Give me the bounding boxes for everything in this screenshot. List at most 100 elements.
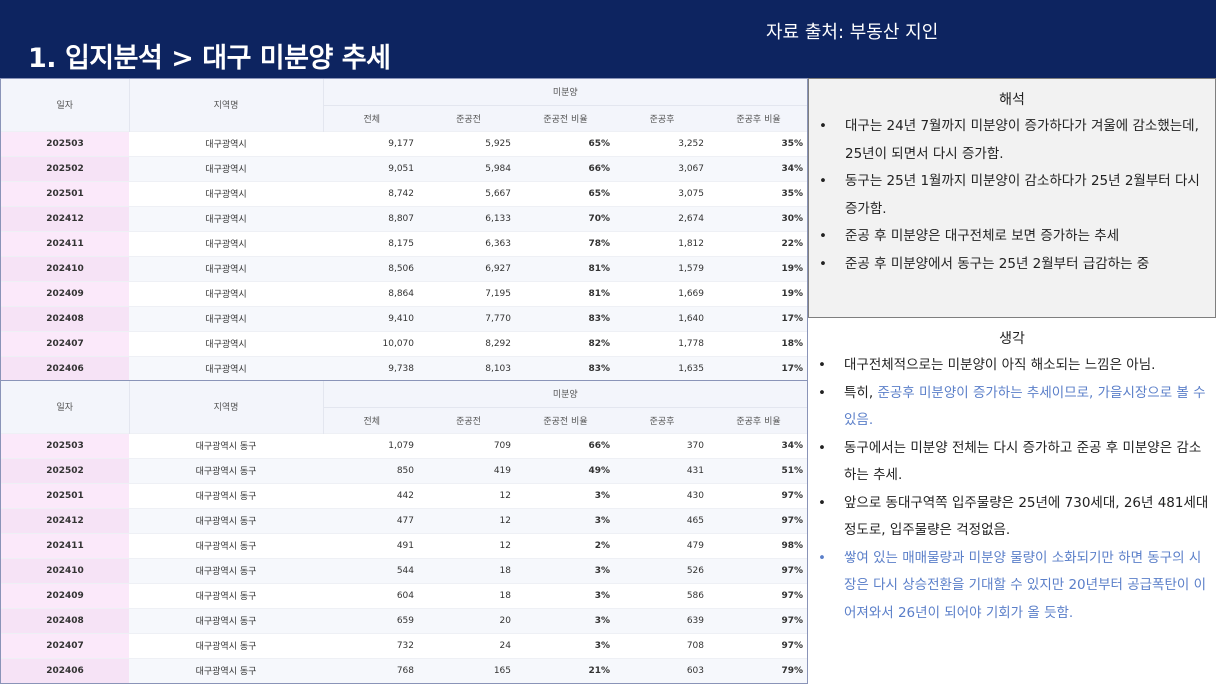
header-bar: 1. 입지분석 > 대구 미분양 추세 자료 출처: 부동산 지인	[0, 0, 1216, 78]
cell-total: 1,079	[323, 432, 420, 458]
cell-before: 6,133	[420, 205, 517, 231]
cell-total: 604	[323, 582, 420, 608]
interpretation-item: • 대구는 24년 7월까지 미분양이 증가하다가 겨울에 감소했는데, 25년이…	[815, 113, 1209, 168]
cell-date: 202408	[1, 305, 129, 331]
cell-after-ratio: 17%	[710, 355, 808, 381]
cell-total: 732	[323, 632, 420, 658]
cell-before: 24	[420, 632, 517, 658]
table-row: 202408 대구광역시 9,410 7,770 83% 1,640 17%	[1, 305, 808, 331]
cell-after: 430	[614, 482, 710, 508]
table-row: 202501 대구광역시 동구 442 12 3% 430 97%	[1, 482, 808, 508]
cell-date: 202501	[1, 482, 129, 508]
thought-item: • 앞으로 동대구역쪽 입주물량은 25년에 730세대, 26년 481세대 정…	[814, 490, 1210, 545]
cell-before: 419	[420, 457, 517, 483]
cell-region: 대구광역시 동구	[129, 557, 323, 583]
table-row: 202502 대구광역시 9,051 5,984 66% 3,067 34%	[1, 155, 808, 181]
bullet-icon: •	[819, 255, 827, 272]
daegu-unsold-table: 일자 지역명 미분양 전체 준공전 준공전 비율 준공후 준공후 비율 2025…	[0, 78, 808, 381]
cell-after-ratio: 22%	[710, 230, 808, 256]
header-date: 일자	[1, 79, 130, 131]
header-before-ratio: 준공전 비율	[517, 407, 614, 433]
cell-before: 12	[420, 507, 517, 533]
header-unsold-group: 미분양	[323, 79, 808, 106]
cell-total: 8,864	[323, 280, 420, 306]
table-row: 202410 대구광역시 동구 544 18 3% 526 97%	[1, 557, 808, 583]
header-total: 전체	[323, 105, 420, 131]
cell-after: 1,579	[614, 255, 710, 281]
interpretation-title: 해석	[999, 92, 1025, 108]
cell-before-ratio: 2%	[517, 532, 614, 558]
cell-date: 202502	[1, 155, 129, 181]
cell-after: 586	[614, 582, 710, 608]
highlight-text: 준공후 미분양이 증가하는 추세이므로, 가을시장으로 볼 수 있음.	[844, 384, 1206, 429]
cell-total: 8,742	[323, 180, 420, 206]
cell-date: 202406	[1, 657, 129, 683]
cell-total: 491	[323, 532, 420, 558]
cell-before: 8,292	[420, 330, 517, 356]
bullet-icon: •	[819, 118, 827, 134]
cell-before: 7,770	[420, 305, 517, 331]
cell-before: 5,667	[420, 180, 517, 206]
table-row: 202409 대구광역시 동구 604 18 3% 586 97%	[1, 582, 808, 608]
cell-after: 431	[614, 457, 710, 483]
cell-after-ratio: 51%	[710, 457, 808, 483]
cell-before-ratio: 49%	[517, 457, 614, 483]
cell-total: 9,051	[323, 155, 420, 181]
cell-after-ratio: 97%	[710, 482, 808, 508]
cell-total: 659	[323, 607, 420, 633]
table-row: 202407 대구광역시 10,070 8,292 82% 1,778 18%	[1, 330, 808, 356]
cell-after-ratio: 98%	[710, 532, 808, 558]
cell-total: 9,177	[323, 130, 420, 156]
cell-after: 1,812	[614, 230, 710, 256]
cell-date: 202408	[1, 607, 129, 633]
donggu-unsold-table: 일자 지역명 미분양 전체 준공전 준공전 비율 준공후 준공후 비율 2025…	[0, 380, 808, 684]
cell-region: 대구광역시 동구	[129, 532, 323, 558]
cell-after: 526	[614, 557, 710, 583]
header-after: 준공후	[614, 105, 710, 131]
interpretation-item: • 준공 후 미분양에서 동구는 25년 2월부터 급감하는 중	[815, 251, 1209, 279]
cell-after-ratio: 97%	[710, 557, 808, 583]
cell-after: 1,778	[614, 330, 710, 356]
cell-before: 18	[420, 557, 517, 583]
cell-before-ratio: 83%	[517, 355, 614, 381]
cell-region: 대구광역시 동구	[129, 632, 323, 658]
header-before-ratio: 준공전 비율	[517, 105, 614, 131]
cell-after: 2,674	[614, 205, 710, 231]
cell-date: 202503	[1, 432, 129, 458]
header-unsold-group: 미분양	[323, 381, 808, 408]
cell-region: 대구광역시	[129, 180, 323, 206]
header-after-ratio: 준공후 비율	[710, 407, 808, 433]
cell-after-ratio: 35%	[710, 180, 808, 206]
cell-region: 대구광역시	[129, 130, 323, 156]
cell-after-ratio: 34%	[710, 432, 808, 458]
cell-total: 477	[323, 507, 420, 533]
cell-before: 8,103	[420, 355, 517, 381]
cell-after-ratio: 97%	[710, 507, 808, 533]
cell-before: 6,927	[420, 255, 517, 281]
table-row: 202412 대구광역시 8,807 6,133 70% 2,674 30%	[1, 205, 808, 231]
cell-before: 5,925	[420, 130, 517, 156]
cell-before: 18	[420, 582, 517, 608]
header-before: 준공전	[420, 407, 517, 433]
cell-total: 10,070	[323, 330, 420, 356]
interpretation-item: • 동구는 25년 1월까지 미분양이 감소하다가 25년 2월부터 다시 증가함…	[815, 168, 1209, 223]
cell-total: 8,175	[323, 230, 420, 256]
cell-before-ratio: 3%	[517, 607, 614, 633]
cell-region: 대구광역시	[129, 255, 323, 281]
cell-after-ratio: 30%	[710, 205, 808, 231]
cell-after-ratio: 97%	[710, 607, 808, 633]
source-note: 자료 출처: 부동산 지인	[766, 22, 939, 43]
table-row: 202406 대구광역시 동구 768 165 21% 603 79%	[1, 657, 808, 683]
cell-date: 202501	[1, 180, 129, 206]
cell-region: 대구광역시	[129, 230, 323, 256]
table-body: 202503 대구광역시 동구 1,079 709 66% 370 34% 202502 대구광…	[1, 432, 808, 683]
cell-date: 202503	[1, 130, 129, 156]
header-region: 지역명	[129, 381, 324, 433]
cell-after: 1,640	[614, 305, 710, 331]
table-row: 202503 대구광역시 9,177 5,925 65% 3,252 35%	[1, 130, 808, 156]
cell-total: 544	[323, 557, 420, 583]
cell-date: 202412	[1, 507, 129, 533]
cell-after-ratio: 18%	[710, 330, 808, 356]
cell-total: 850	[323, 457, 420, 483]
cell-before: 709	[420, 432, 517, 458]
